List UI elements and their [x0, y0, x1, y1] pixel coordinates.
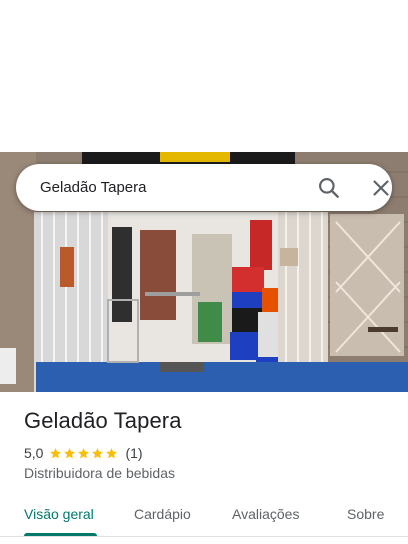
tab-overview[interactable]: Visão geral: [24, 496, 94, 534]
search-bar[interactable]: Geladão Tapera: [16, 164, 392, 211]
review-count[interactable]: (1): [125, 445, 142, 461]
tab-menu[interactable]: Cardápio: [134, 496, 191, 534]
star-icon: [92, 447, 104, 458]
tab-reviews[interactable]: Avaliações: [232, 496, 299, 534]
star-rating: [49, 447, 119, 460]
star-icon: [78, 447, 90, 458]
close-icon[interactable]: [368, 175, 394, 201]
place-tabs: Visão geral Cardápio Avaliações Sobre: [0, 496, 408, 536]
tab-about[interactable]: Sobre: [347, 496, 384, 534]
star-icon: [106, 447, 118, 458]
rating-value: 5,0: [24, 445, 44, 461]
place-category[interactable]: Distribuidora de bebidas: [24, 465, 175, 481]
star-icon: [50, 447, 62, 458]
star-icon: [64, 447, 76, 458]
search-input[interactable]: Geladão Tapera: [40, 164, 146, 211]
rating-row[interactable]: 5,0 (1): [24, 443, 143, 463]
search-icon[interactable]: [316, 175, 342, 201]
place-title: Geladão Tapera: [24, 408, 182, 433]
map-background: [0, 0, 408, 152]
tabs-divider: [0, 536, 408, 537]
